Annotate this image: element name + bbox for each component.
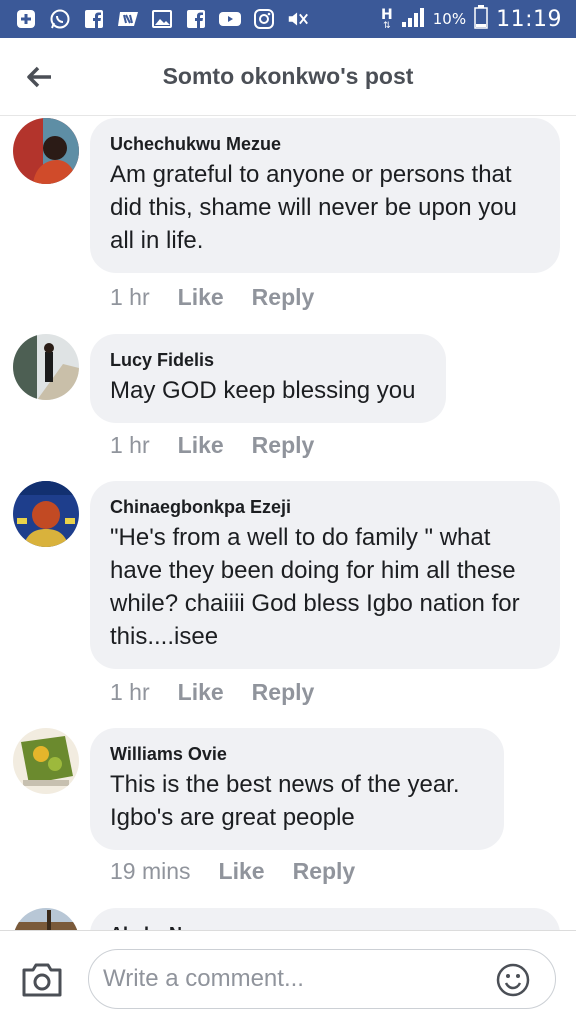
- instagram-icon: [252, 8, 276, 30]
- reply-button[interactable]: Reply: [252, 432, 315, 459]
- comment-author[interactable]: Ahaka N: [110, 922, 540, 930]
- comment-bubble[interactable]: Williams Ovie This is the best news of t…: [90, 728, 504, 850]
- avatar[interactable]: [13, 118, 79, 184]
- avatar[interactable]: [13, 334, 79, 400]
- youtube-icon: [218, 8, 242, 30]
- reply-button[interactable]: Reply: [252, 284, 315, 311]
- avatar[interactable]: [13, 728, 79, 794]
- facebook-icon: [82, 8, 106, 30]
- like-button[interactable]: Like: [178, 432, 224, 459]
- comment-bubble[interactable]: Ahaka N: [90, 908, 560, 930]
- like-button[interactable]: Like: [178, 284, 224, 311]
- whatsapp-icon: [48, 8, 72, 30]
- comment-text: This is the best news of the year. Igbo'…: [110, 771, 460, 831]
- avatar[interactable]: [13, 908, 79, 930]
- comment-timestamp[interactable]: 19 mins: [110, 858, 191, 885]
- comment-text: May GOD keep blessing you: [110, 377, 416, 404]
- comment-input[interactable]: [88, 949, 556, 1009]
- comment-author[interactable]: Uchechukwu Mezue: [110, 132, 540, 156]
- comment-author[interactable]: Lucy Fidelis: [110, 348, 426, 372]
- comment-timestamp[interactable]: 1 hr: [110, 284, 150, 311]
- camera-button[interactable]: [20, 961, 64, 999]
- comment-list: Uchechukwu Mezue Am grateful to anyone o…: [0, 116, 576, 930]
- add-icon: [14, 8, 38, 30]
- camera-icon: [22, 963, 62, 997]
- emoji-icon: [496, 963, 530, 997]
- battery-icon: [474, 5, 488, 33]
- network-type: H: [381, 6, 393, 23]
- comment-actions: 1 hr Like Reply: [110, 432, 314, 459]
- reply-button[interactable]: Reply: [252, 679, 315, 706]
- avatar[interactable]: [13, 481, 79, 547]
- like-button[interactable]: Like: [219, 858, 265, 885]
- comment-composer: [0, 930, 576, 1024]
- comment-author[interactable]: Williams Ovie: [110, 742, 484, 766]
- comment-timestamp[interactable]: 1 hr: [110, 432, 150, 459]
- comment-actions: 19 mins Like Reply: [110, 858, 355, 885]
- page-title: Somto okonkwo's post: [162, 63, 414, 89]
- mute-icon: [286, 8, 310, 30]
- signal-icon: [401, 6, 425, 32]
- facebook-icon: [184, 8, 208, 30]
- comment-actions: 1 hr Like Reply: [110, 284, 314, 311]
- gallery-icon: [150, 8, 174, 30]
- post-header: Somto okonkwo's post: [0, 38, 576, 116]
- comment-actions: 1 hr Like Reply: [110, 679, 314, 706]
- back-arrow-icon: [27, 66, 51, 87]
- comment-timestamp[interactable]: 1 hr: [110, 679, 150, 706]
- news-icon: [116, 8, 140, 30]
- comment-text: "He's from a well to do family " what ha…: [110, 524, 520, 650]
- status-bar: H ⇅ 10% 11:19: [0, 0, 576, 38]
- comment-bubble[interactable]: Uchechukwu Mezue Am grateful to anyone o…: [90, 118, 560, 273]
- back-button[interactable]: [0, 38, 78, 116]
- emoji-button[interactable]: [496, 963, 530, 997]
- like-button[interactable]: Like: [178, 679, 224, 706]
- network-h-icon: H ⇅: [381, 6, 393, 31]
- reply-button[interactable]: Reply: [293, 858, 356, 885]
- comment-bubble[interactable]: Chinaegbonkpa Ezeji "He's from a well to…: [90, 481, 560, 669]
- comment-bubble[interactable]: Lucy Fidelis May GOD keep blessing you: [90, 334, 446, 423]
- clock: 11:19: [496, 6, 562, 32]
- battery-percent: 10%: [432, 10, 467, 28]
- comment-author[interactable]: Chinaegbonkpa Ezeji: [110, 495, 540, 519]
- comment-text: Am grateful to anyone or persons that di…: [110, 161, 517, 254]
